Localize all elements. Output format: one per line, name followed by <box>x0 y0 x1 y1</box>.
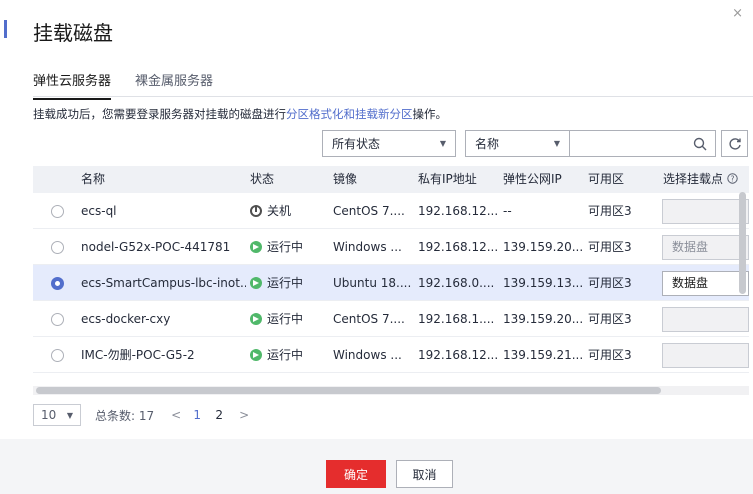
running-icon <box>250 277 262 289</box>
prev-page-icon[interactable]: < <box>166 408 186 422</box>
hint-prefix: 挂载成功后，您需要登录服务器对挂载的磁盘进行 <box>33 107 286 121</box>
status-filter-select[interactable]: 所有状态 ▼ <box>322 130 456 157</box>
cell-status: 运行中 <box>250 301 303 337</box>
refresh-button[interactable] <box>721 130 748 157</box>
pagination: 10 ▼ 总条数: 17 < 1 2 > <box>33 404 254 426</box>
cell-name: ecs-ql <box>81 204 117 218</box>
cell-private-ip: 192.168.12... <box>418 204 498 218</box>
cell-status: 运行中 <box>250 265 303 301</box>
cell-status: 运行中 <box>250 229 303 265</box>
table-row[interactable]: IMC-勿删-POC-G5-2 运行中 Windows ... 192.168.12.… <box>33 337 749 373</box>
row-radio[interactable] <box>51 313 64 326</box>
total-count: 总条数: 17 <box>95 408 155 423</box>
cell-image: Windows ... <box>333 348 402 362</box>
table-row[interactable]: nodel-G52x-POC-441781 运行中 Windows ... 192.1… <box>33 229 749 265</box>
cell-az: 可用区3 <box>588 204 632 218</box>
chevron-down-icon: ▼ <box>66 410 73 420</box>
col-az: 可用区 <box>588 172 625 186</box>
cell-eip: 139.159.20... <box>503 240 583 254</box>
cell-name: ecs-docker-cxy <box>81 312 171 326</box>
cell-image: Ubuntu 18.... <box>333 276 412 290</box>
table-row[interactable]: ecs-SmartCampus-lbc-inot... 运行中 Ubuntu 18.… <box>33 265 749 301</box>
running-icon <box>250 349 262 361</box>
vertical-scrollbar[interactable] <box>739 192 746 294</box>
row-radio[interactable] <box>51 349 64 362</box>
page-size-select[interactable]: 10 ▼ <box>33 404 81 426</box>
cancel-button[interactable]: 取消 <box>396 460 453 488</box>
table-header: 名称 状态 镜像 私有IP地址 弹性公网IP 可用区 选择挂载点 ? <box>33 166 749 193</box>
mount-point-select[interactable]: 数据盘 <box>662 235 749 260</box>
server-table: 名称 状态 镜像 私有IP地址 弹性公网IP 可用区 选择挂载点 ? ecs-q… <box>33 166 749 380</box>
horizontal-scrollbar[interactable] <box>36 387 661 394</box>
col-name: 名称 <box>81 172 106 186</box>
row-radio[interactable] <box>51 205 64 218</box>
cell-private-ip: 192.168.0.... <box>418 276 495 290</box>
cell-image: CentOS 7.... <box>333 312 405 326</box>
page-size-value: 10 <box>41 408 57 422</box>
close-icon[interactable]: × <box>732 6 743 21</box>
title-accent-bar <box>4 20 7 38</box>
field-filter-value: 名称 <box>475 137 500 151</box>
mount-point-select[interactable] <box>662 307 749 332</box>
chevron-down-icon: ▼ <box>553 139 560 148</box>
power-off-icon <box>250 205 262 217</box>
cell-name: ecs-SmartCampus-lbc-inot... <box>81 276 246 290</box>
next-page-icon[interactable]: > <box>234 408 254 422</box>
cell-image: Windows ... <box>333 240 402 254</box>
running-icon <box>250 313 262 325</box>
status-filter-value: 所有状态 <box>332 137 381 151</box>
mount-point-select[interactable] <box>662 199 749 224</box>
col-status: 状态 <box>250 172 275 186</box>
confirm-button[interactable]: 确定 <box>326 460 386 488</box>
cell-image: CentOS 7.... <box>333 204 405 218</box>
cell-private-ip: 192.168.12... <box>418 240 498 254</box>
col-eip: 弹性公网IP <box>503 172 562 186</box>
cell-az: 可用区3 <box>588 348 632 362</box>
col-mount-point: 选择挂载点 ? <box>663 166 738 193</box>
cell-eip: 139.159.13... <box>503 276 583 290</box>
cell-name: nodel-G52x-POC-441781 <box>81 240 231 254</box>
table-row[interactable]: ecs-ql 关机 CentOS 7.... 192.168.12... -- 可用区3 <box>33 193 749 229</box>
cell-az: 可用区3 <box>588 312 632 326</box>
mount-point-select[interactable] <box>662 343 749 368</box>
cell-eip: 139.159.20... <box>503 312 583 326</box>
help-icon[interactable]: ? <box>727 173 738 184</box>
search-icon[interactable] <box>693 137 707 151</box>
status-label: 运行中 <box>267 312 304 326</box>
refresh-icon <box>728 137 741 150</box>
status-label: 关机 <box>267 204 292 218</box>
running-icon <box>250 241 262 253</box>
cell-eip: -- <box>503 204 512 218</box>
cell-az: 可用区3 <box>588 276 632 290</box>
col-mount-point-label: 选择挂载点 <box>663 172 724 186</box>
status-label: 运行中 <box>267 348 304 362</box>
svg-text:?: ? <box>730 174 734 183</box>
row-radio[interactable] <box>51 277 64 290</box>
cell-private-ip: 192.168.12... <box>418 348 498 362</box>
mount-point-select[interactable]: 数据盘 <box>662 271 749 296</box>
col-private-ip: 私有IP地址 <box>418 172 477 186</box>
status-label: 运行中 <box>267 240 304 254</box>
row-radio[interactable] <box>51 241 64 254</box>
table-row[interactable]: ecs-docker-cxy 运行中 CentOS 7.... 192.168.1..… <box>33 301 749 337</box>
page-1[interactable]: 1 <box>186 408 208 422</box>
partition-link[interactable]: 分区格式化和挂载新分区 <box>286 107 413 121</box>
status-label: 运行中 <box>267 276 304 290</box>
cell-status: 关机 <box>250 193 291 229</box>
cell-eip: 139.159.21... <box>503 348 583 362</box>
page-2[interactable]: 2 <box>208 408 230 422</box>
cell-private-ip: 192.168.1.... <box>418 312 495 326</box>
col-image: 镜像 <box>333 172 358 186</box>
cell-az: 可用区3 <box>588 240 632 254</box>
chevron-down-icon: ▼ <box>439 139 446 148</box>
hint-text: 挂载成功后，您需要登录服务器对挂载的磁盘进行分区格式化和挂载新分区操作。 <box>33 106 447 122</box>
hint-suffix: 操作。 <box>412 107 448 121</box>
cell-status: 运行中 <box>250 337 303 373</box>
field-filter-select[interactable]: 名称 ▼ <box>465 130 570 157</box>
cell-name: IMC-勿删-POC-G5-2 <box>81 348 195 362</box>
tab-divider <box>33 96 753 97</box>
search-input[interactable] <box>569 130 716 157</box>
dialog-title: 挂载磁盘 <box>33 21 113 45</box>
